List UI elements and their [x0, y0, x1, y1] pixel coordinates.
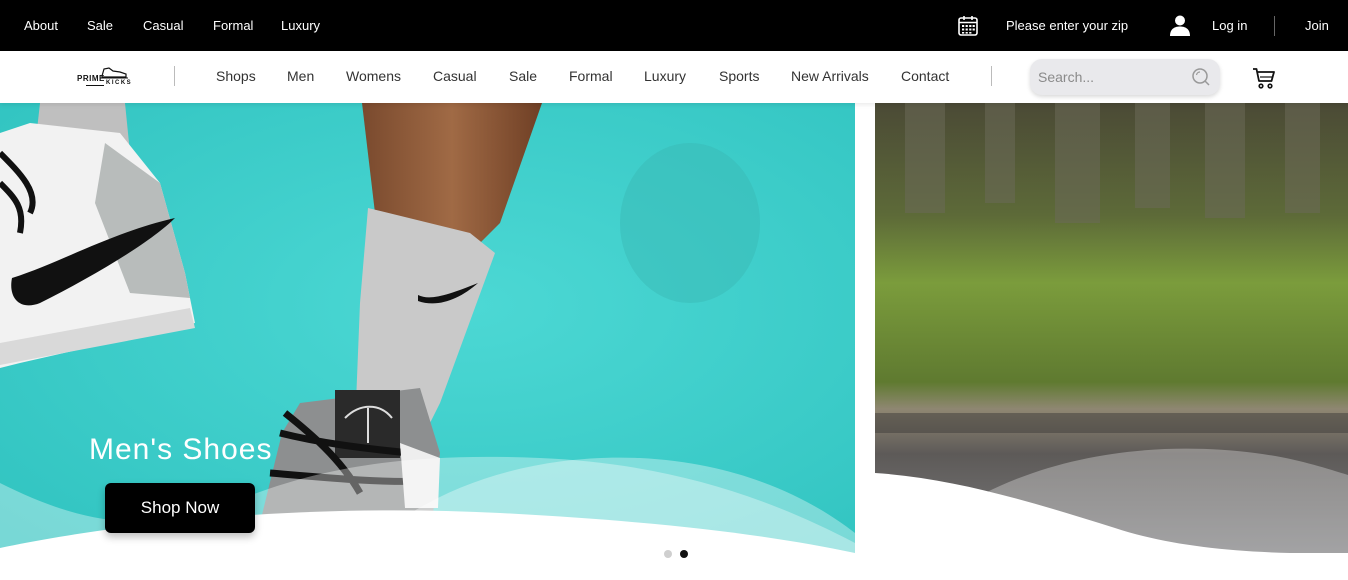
login-link[interactable]: Log in: [1212, 18, 1247, 33]
carousel-dot-2-active[interactable]: [680, 550, 688, 558]
nav-link-new-arrivals[interactable]: New Arrivals: [791, 68, 869, 84]
zip-prompt-link[interactable]: Please enter your zip: [1006, 18, 1128, 33]
nav-link-womens[interactable]: Womens: [346, 68, 401, 84]
nav-link-casual[interactable]: Casual: [433, 68, 477, 84]
carousel-dot-1[interactable]: [664, 550, 672, 558]
top-bar: About Sale Casual Formal Luxury Please e…: [0, 0, 1348, 51]
search-icon[interactable]: [1191, 67, 1211, 87]
hero-slide-next: [875, 103, 1348, 553]
search-input[interactable]: [1030, 59, 1180, 95]
nav-link-luxury[interactable]: Luxury: [644, 68, 686, 84]
logo-text-prime: PRIME: [77, 74, 105, 83]
nav-link-contact[interactable]: Contact: [901, 68, 949, 84]
cart-icon[interactable]: [1252, 66, 1276, 90]
hero-image-outdoor: [875, 103, 1348, 553]
nav-link-men[interactable]: Men: [287, 68, 314, 84]
nav-link-sale[interactable]: Sale: [509, 68, 537, 84]
logo[interactable]: PRIME KICKS: [76, 63, 138, 91]
shop-now-button[interactable]: Shop Now: [105, 483, 255, 533]
top-link-sale[interactable]: Sale: [87, 18, 113, 33]
hero-title: Men's Shoes: [89, 433, 273, 466]
logo-underline: [86, 85, 104, 86]
top-link-formal[interactable]: Formal: [213, 18, 253, 33]
nav-divider-right: [991, 66, 992, 86]
search-box: [1030, 59, 1220, 95]
nav-link-sports[interactable]: Sports: [719, 68, 759, 84]
logo-text-kicks: KICKS: [106, 80, 133, 86]
top-link-luxury[interactable]: Luxury: [281, 18, 320, 33]
main-nav: PRIME KICKS Shops Men Womens Casual Sale…: [0, 51, 1348, 103]
top-link-about[interactable]: About: [24, 18, 58, 33]
join-link[interactable]: Join: [1305, 18, 1329, 33]
top-link-casual[interactable]: Casual: [143, 18, 183, 33]
calendar-icon[interactable]: [957, 15, 979, 37]
topbar-divider: [1274, 16, 1275, 36]
nav-divider-left: [174, 66, 175, 86]
nav-link-formal[interactable]: Formal: [569, 68, 613, 84]
nav-link-shops[interactable]: Shops: [216, 68, 256, 84]
user-icon[interactable]: [1168, 13, 1192, 37]
